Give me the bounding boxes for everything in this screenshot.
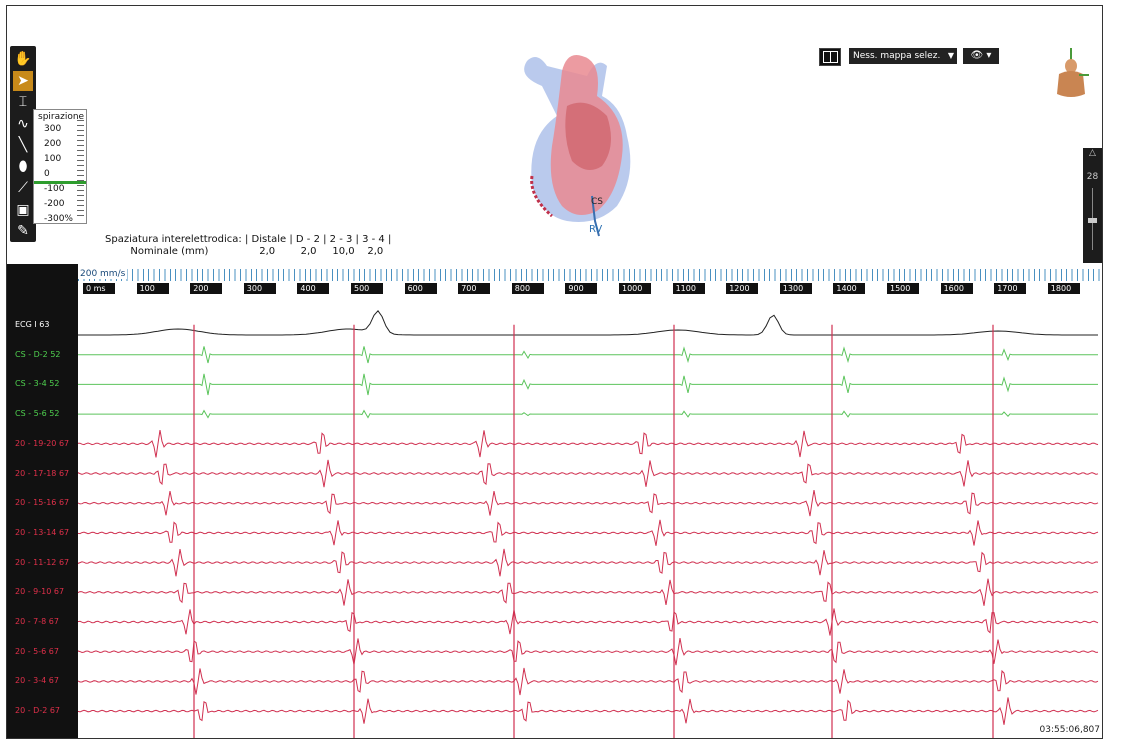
trace-label[interactable]: ECG I 63 [15,320,49,330]
trace-label[interactable]: 20 - D-2 67 [15,706,60,716]
curve-tool-icon[interactable]: ∿ [13,114,33,134]
split-view-icon[interactable] [819,48,841,66]
triangle-up-icon: △ [1089,148,1096,158]
trace-label-column: ECG I 63 CS - D-2 52 CS - 3-4 52 CS - 5-6 5… [7,264,78,738]
cs-catheter-label: CS [591,197,603,207]
trace-label[interactable]: CS - 3-4 52 [15,379,59,389]
pointer-tool-icon[interactable]: ➤ [13,70,33,91]
map-select-value: Ness. mappa selez. [853,51,941,61]
halo-trace [78,430,1099,458]
layer-tool-icon[interactable]: ▣ [13,200,33,220]
visibility-dropdown[interactable]: 👁 ▾ [963,48,999,64]
pen-tool-icon[interactable]: ✎ [13,221,33,241]
halo-trace [78,638,1099,666]
halo-trace [78,490,1099,517]
cs-trace [78,409,1098,419]
torso-orientation-icon[interactable] [1053,48,1089,100]
caliper-tool-icon[interactable]: ⌶ [13,92,33,112]
hand-tool-icon[interactable]: ✋ [13,49,33,69]
respiration-scale-label: 100 [44,154,62,164]
map-view[interactable]: ✋ ➤ ⌶ ∿ ╲ ⬮ ⟋ ▣ ✎ spirazione 300 200 100 0 -100 -200-… [7,6,1102,264]
cs-trace [78,373,1098,396]
spacing-header: Spaziatura interelettrodica: | Distale |… [105,234,392,245]
catheter-tool-icon[interactable]: ⟋ [13,178,33,198]
respiration-gauge: spirazione 300 200 100 0 -100 -200 -300% [33,109,87,224]
trace-label[interactable]: 20 - 19-20 67 [15,439,69,449]
trace-label[interactable]: 20 - 7-8 67 [15,617,59,627]
map-select-dropdown[interactable]: Ness. mappa selez. ▼ [849,48,957,64]
amplitude-slider[interactable]: △ 28 [1083,148,1102,263]
ablation-tool-icon[interactable]: ╲ [13,135,33,155]
halo-trace [78,548,1099,577]
trace-label[interactable]: 20 - 5-6 67 [15,647,59,657]
trace-label[interactable]: CS - D-2 52 [15,350,61,360]
halo-trace [78,578,1099,606]
ecg-trace [78,309,1098,336]
halo-trace [78,608,1099,636]
respiration-scale-label: 0 [44,169,50,179]
halo-trace [78,697,1099,725]
halo-trace [78,667,1099,696]
respiration-scale [77,120,84,220]
trace-label[interactable]: 20 - 15-16 67 [15,498,69,508]
respiration-scale-label: -200 [44,199,65,209]
respiration-scale-label: -100 [44,184,65,194]
trace-label[interactable]: 20 - 9-10 67 [15,587,64,597]
halo-trace [78,519,1099,546]
heart-3d-model[interactable] [507,46,647,241]
signal-panel[interactable]: ECG I 63 CS - D-2 52 CS - 3-4 52 CS - 5-6 5… [7,264,1102,738]
eye-icon: 👁 ▾ [970,50,992,61]
trace-label[interactable]: 20 - 11-12 67 [15,558,69,568]
spacing-values: Nominale (mm) 2,0 2,0 10,0 2,0 [105,246,384,257]
mapping-window: ✋ ➤ ⌶ ∿ ╲ ⬮ ⟋ ▣ ✎ spirazione 300 200 100 0 -100 -200-… [6,5,1103,739]
ellipse-tool-icon[interactable]: ⬮ [13,157,33,177]
trace-label[interactable]: 20 - 17-18 67 [15,469,69,479]
chevron-down-icon: ▼ [947,51,954,60]
respiration-scale-label: 200 [44,139,62,149]
trace-label[interactable]: 20 - 13-14 67 [15,528,69,538]
rv-catheter-label: RV [589,224,603,235]
timestamp: 03:55:06,807 [1039,725,1100,735]
respiration-scale-label: -300% [44,214,73,224]
electrode-spacing-info: Spaziatura interelettrodica: | Distale |… [105,234,391,258]
traces-plot[interactable] [78,264,1102,738]
cs-trace [78,346,1098,364]
respiration-scale-label: 300 [44,124,62,134]
trace-label[interactable]: CS - 5-6 52 [15,409,59,419]
halo-trace [78,459,1099,488]
slider-thumb[interactable] [1088,218,1097,223]
trace-label[interactable]: 20 - 3-4 67 [15,676,59,686]
respiration-level-bar [34,181,86,184]
amplitude-value: 28 [1086,172,1099,182]
